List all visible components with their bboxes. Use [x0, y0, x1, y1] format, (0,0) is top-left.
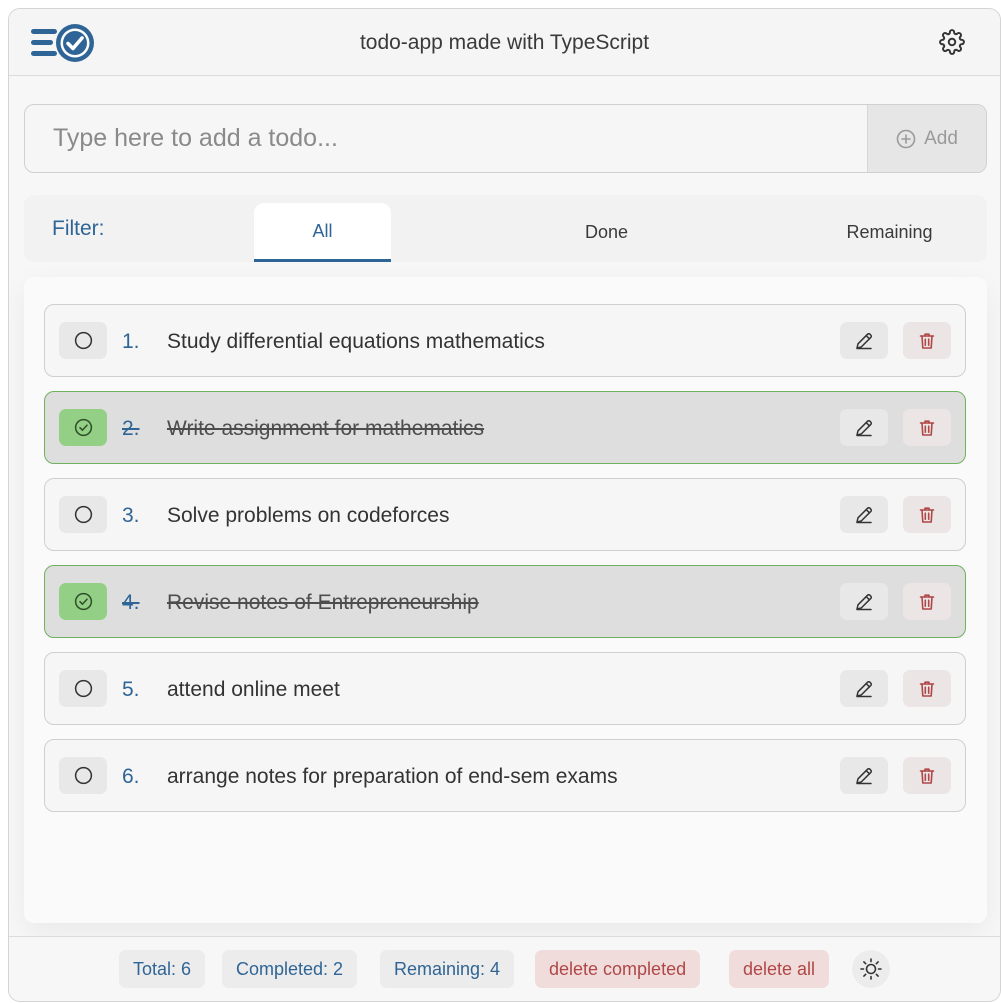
todo-item: 1. Study differential equations mathemati… [44, 304, 966, 377]
add-button-label: Add [924, 127, 958, 149]
trash-icon [919, 593, 935, 610]
toggle-done-button[interactable] [59, 496, 107, 533]
todo-app-window: todo-app made with TypeScript Add Filter… [8, 8, 1001, 1002]
pencil-icon [856, 332, 873, 349]
trash-icon [919, 332, 935, 349]
circle-icon [74, 505, 92, 524]
toggle-done-button[interactable] [59, 670, 107, 707]
toggle-done-button[interactable] [59, 322, 107, 359]
delete-button[interactable] [903, 496, 951, 533]
todo-number: 6. [122, 765, 140, 788]
todo-number: 4. [122, 591, 140, 614]
todo-text: attend online meet [167, 678, 340, 701]
circle-icon [74, 766, 92, 785]
edit-button[interactable] [840, 322, 888, 359]
edit-button[interactable] [840, 757, 888, 794]
remaining-count: Remaining: 4 [380, 950, 515, 988]
todo-item: 4. Revise notes of Entrepreneurship [44, 565, 966, 638]
filter-label: Filter: [52, 217, 105, 240]
trash-icon [919, 419, 935, 436]
app-header: todo-app made with TypeScript [9, 9, 1000, 76]
tab-done[interactable]: Done [538, 203, 675, 262]
pencil-icon [856, 419, 873, 436]
todo-number: 3. [122, 504, 140, 527]
todo-text: Write assignment for mathematics [167, 417, 485, 440]
todo-text: Revise notes of Entrepreneurship [167, 591, 479, 614]
settings-button[interactable] [938, 28, 966, 56]
todo-item: 6. arrange notes for preparation of end-s… [44, 739, 966, 812]
delete-completed-button[interactable]: delete completed [535, 950, 701, 988]
theme-toggle-button[interactable] [852, 950, 890, 988]
gear-icon [939, 29, 965, 55]
delete-button[interactable] [903, 409, 951, 446]
trash-icon [919, 680, 935, 697]
circle-icon [74, 331, 92, 350]
todo-input[interactable] [25, 105, 867, 172]
tab-all[interactable]: All [254, 203, 391, 262]
todo-item: 2. Write assignment for mathematics [44, 391, 966, 464]
tab-remaining[interactable]: Remaining [821, 203, 958, 262]
edit-button[interactable] [840, 496, 888, 533]
todo-text: arrange notes for preparation of end-sem… [167, 765, 618, 788]
sun-icon [860, 958, 882, 980]
pencil-icon [856, 767, 873, 784]
plus-circle-icon [896, 129, 916, 148]
add-todo-form: Add [24, 104, 987, 173]
todo-text: Study differential equations mathematics [167, 330, 545, 353]
delete-all-button[interactable]: delete all [729, 950, 830, 988]
todo-item: 5. attend online meet [44, 652, 966, 725]
pencil-icon [856, 506, 873, 523]
toggle-done-button[interactable] [59, 409, 107, 446]
pencil-icon [856, 680, 873, 697]
filter-bar: Filter: All Done Remaining [24, 195, 987, 262]
todo-item: 3. Solve problems on codeforces [44, 478, 966, 551]
todo-number: 1. [122, 330, 140, 353]
check-circle-icon [74, 592, 92, 611]
total-count: Total: 6 [119, 950, 206, 988]
trash-icon [919, 767, 935, 784]
toggle-done-button[interactable] [59, 757, 107, 794]
add-button[interactable]: Add [867, 105, 986, 172]
trash-icon [919, 506, 935, 523]
todo-text: Solve problems on codeforces [167, 504, 450, 527]
todo-number: 5. [122, 678, 140, 701]
edit-button[interactable] [840, 670, 888, 707]
todo-number: 2. [122, 417, 140, 440]
app-footer: Total: 6 Completed: 2 Remaining: 4 delet… [9, 936, 1000, 1001]
delete-button[interactable] [903, 322, 951, 359]
toggle-done-button[interactable] [59, 583, 107, 620]
check-circle-icon [74, 418, 92, 437]
edit-button[interactable] [840, 409, 888, 446]
pencil-icon [856, 593, 873, 610]
delete-button[interactable] [903, 757, 951, 794]
delete-button[interactable] [903, 583, 951, 620]
delete-button[interactable] [903, 670, 951, 707]
circle-icon [74, 679, 92, 698]
completed-count: Completed: 2 [222, 950, 358, 988]
edit-button[interactable] [840, 583, 888, 620]
app-title: todo-app made with TypeScript [359, 31, 650, 54]
